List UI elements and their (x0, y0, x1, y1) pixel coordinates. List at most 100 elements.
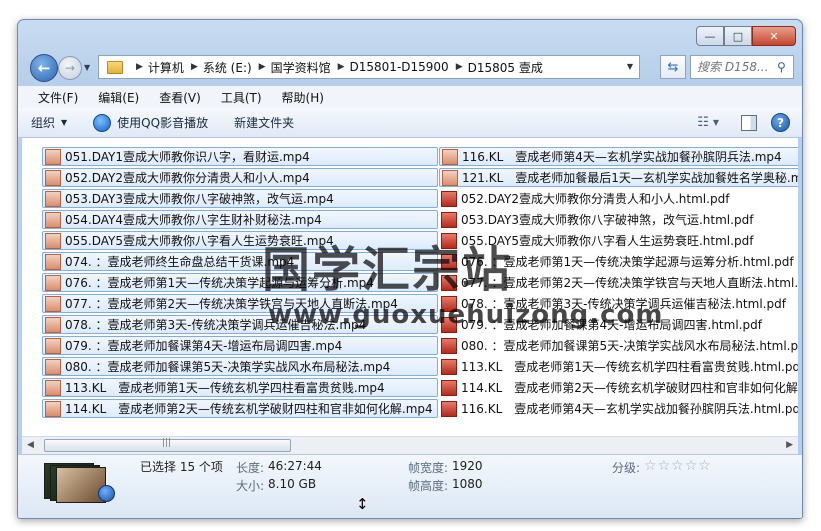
menu-help[interactable]: 帮助(H) (272, 89, 334, 106)
breadcrumb-separator-icon[interactable]: ▶ (191, 62, 198, 72)
watermark-title: 国学汇宗站 (262, 242, 513, 298)
play-with-qq-button[interactable]: 使用QQ影音播放 (80, 113, 221, 132)
command-bar: 组织 ▼ 使用QQ影音播放 新建文件夹 ☷ ▼ ? (18, 108, 802, 138)
file-item[interactable]: 053.DAY3壹成大师教你八字破神煞，改气运.mp4 (42, 189, 438, 208)
file-item[interactable]: 116.KL 壹成老师第4天—玄机学实战加餐孙膑阴兵法.mp4 (439, 147, 798, 166)
scroll-right-icon[interactable]: ▶ (786, 440, 793, 450)
file-name: 114.KL 壹成老师第2天—传统玄机学破财四柱和官非如何化解.mp4 (65, 402, 433, 416)
resize-cursor-icon: ↕ (356, 495, 369, 513)
breadcrumb-separator-icon[interactable]: ▶ (136, 62, 143, 72)
explorer-window: — □ ✕ ← → ▼ ▶ 计算机 ▶ 系统 (E:) ▶ 国学资料馆 ▶ D1… (17, 19, 803, 519)
file-item[interactable]: 116.KL 壹成老师第4天—玄机学实战加餐孙膑阴兵法.html.pdf (439, 399, 798, 418)
breadcrumb-item-library[interactable]: 国学资料馆 (271, 59, 331, 76)
search-box[interactable]: ⚲ (690, 55, 794, 79)
navigation-bar: ← → ▼ ▶ 计算机 ▶ 系统 (E:) ▶ 国学资料馆 ▶ D15801-D… (18, 50, 802, 84)
file-name: 116.KL 壹成老师第4天—玄机学实战加餐孙膑阴兵法.html.pdf (461, 402, 798, 416)
length-value: 46:27:44 (268, 459, 322, 473)
preview-pane-icon[interactable] (741, 114, 757, 131)
grip-icon: ||| (162, 438, 172, 448)
file-item[interactable]: 114.KL 壹成老师第2天—传统玄机学破财四柱和官非如何化解.html.pdf (439, 378, 798, 397)
file-item[interactable]: 054.DAY4壹成大师教你八字生财补财秘法.mp4 (42, 210, 438, 229)
breadcrumb-item-drive[interactable]: 系统 (E:) (203, 59, 252, 76)
close-button[interactable]: ✕ (752, 26, 796, 46)
menu-file[interactable]: 文件(F) (28, 89, 88, 106)
mp4-file-icon (442, 169, 458, 186)
organize-label: 组织 (31, 116, 56, 130)
length-label: 长度: (236, 461, 265, 475)
file-item[interactable]: 052.DAY2壹成大师教你分清贵人和小人.html.pdf (439, 189, 798, 208)
view-options-chevron-down-icon[interactable]: ▼ (713, 118, 719, 127)
scroll-left-icon[interactable]: ◀ (27, 440, 34, 450)
refresh-icon: ⇆ (667, 59, 679, 75)
menu-edit[interactable]: 编辑(E) (88, 89, 149, 106)
rating-star-icon[interactable]: ☆ (644, 458, 657, 474)
frame-width-value: 1920 (452, 459, 483, 473)
mp4-file-icon (45, 169, 61, 186)
horizontal-scrollbar[interactable]: ◀ ||| ▶ (22, 436, 798, 454)
size-value: 8.10 GB (268, 477, 317, 491)
recent-pages-chevron-down-icon[interactable]: ▼ (84, 63, 90, 72)
menu-bar: 文件(F) 编辑(E) 查看(V) 工具(T) 帮助(H) (18, 86, 802, 108)
breadcrumb: ▶ 计算机 ▶ 系统 (E:) ▶ 国学资料馆 ▶ D15801-D15900 … (129, 59, 543, 76)
breadcrumb-item-range[interactable]: D15801-D15900 (350, 60, 449, 74)
file-name: 053.DAY3壹成大师教你八字破神煞，改气运.html.pdf (461, 213, 754, 227)
file-name: 079. ：壹成老师加餐课第4天-增运布局调四害.mp4 (65, 339, 343, 353)
breadcrumb-separator-icon[interactable]: ▶ (259, 62, 266, 72)
command-bar-right: ☷ ▼ ? (697, 113, 790, 132)
selection-thumbnail (44, 461, 116, 505)
qq-player-icon (93, 113, 112, 132)
minimize-button[interactable]: — (696, 26, 724, 46)
file-list-area[interactable]: 051.DAY1壹成大师教你识八字，看财运.mp4 052.DAY2壹成大师教你分… (22, 138, 798, 436)
file-item[interactable]: 114.KL 壹成老师第2天—传统玄机学破财四柱和官非如何化解.mp4 (42, 399, 438, 418)
breadcrumb-item-current[interactable]: D15805 壹成 (468, 59, 543, 76)
breadcrumb-separator-icon[interactable]: ▶ (338, 62, 345, 72)
organize-button[interactable]: 组织 ▼ (18, 114, 80, 131)
search-input[interactable] (697, 60, 775, 74)
pdf-file-icon (441, 400, 457, 417)
pdf-file-icon (441, 211, 457, 228)
file-item[interactable]: 079. ：壹成老师加餐课第4天-增运布局调四害.mp4 (42, 336, 438, 355)
rating-star-icon[interactable]: ☆ (658, 458, 671, 474)
mp4-file-icon (45, 148, 61, 165)
address-bar[interactable]: ▶ 计算机 ▶ 系统 (E:) ▶ 国学资料馆 ▶ D15801-D15900 … (98, 55, 640, 79)
search-icon[interactable]: ⚲ (777, 60, 786, 74)
new-folder-button[interactable]: 新建文件夹 (221, 114, 307, 131)
rating-label: 分级: (612, 461, 641, 475)
mp4-file-icon (45, 253, 61, 270)
rating-star-icon[interactable]: ☆ (685, 458, 698, 474)
change-view-icon[interactable]: ☷ (697, 115, 709, 130)
address-history-chevron-down-icon[interactable]: ▼ (627, 62, 633, 71)
file-item[interactable]: 080. ：壹成老师加餐课第5天-决策学实战风水布局秘法.mp4 (42, 357, 438, 376)
details-pane: 已选择 15 个项 长度: 46:27:44 大小: 8.10 GB 帧宽度: … (18, 454, 802, 518)
mp4-file-icon (45, 379, 61, 396)
rating-star-icon[interactable]: ☆ (671, 458, 684, 474)
breadcrumb-separator-icon[interactable]: ▶ (456, 62, 463, 72)
file-item[interactable]: 113.KL 壹成老师第1天—传统玄机学四柱看富贵贫贱.html.pdf (439, 357, 798, 376)
mp4-file-icon (45, 400, 61, 417)
file-name: 054.DAY4壹成大师教你八字生财补财秘法.mp4 (65, 213, 322, 227)
file-item[interactable]: 051.DAY1壹成大师教你识八字，看财运.mp4 (42, 147, 438, 166)
rating-stars[interactable]: ☆ ☆ ☆ ☆ ☆ (644, 458, 712, 474)
breadcrumb-item-computer[interactable]: 计算机 (148, 59, 184, 76)
scrollbar-thumb[interactable]: ||| (44, 438, 291, 452)
rating-star-icon[interactable]: ☆ (698, 458, 711, 474)
media-player-icon (98, 485, 115, 502)
back-button[interactable]: ← (30, 54, 58, 82)
forward-button[interactable]: → (58, 56, 82, 80)
pdf-file-icon (441, 190, 457, 207)
menu-view[interactable]: 查看(V) (149, 89, 211, 106)
file-item[interactable]: 113.KL 壹成老师第1天—传统玄机学四柱看富贵贫贱.mp4 (42, 378, 438, 397)
menu-tools[interactable]: 工具(T) (211, 89, 272, 106)
file-item[interactable]: 053.DAY3壹成大师教你八字破神煞，改气运.html.pdf (439, 210, 798, 229)
help-icon[interactable]: ? (771, 113, 790, 132)
refresh-button[interactable]: ⇆ (660, 55, 686, 79)
mp4-file-icon (45, 337, 61, 354)
file-name: 121.KL 壹成老师加餐最后1天—玄机学实战加餐姓名学奥秘.mp4 (462, 171, 798, 185)
file-item[interactable]: 121.KL 壹成老师加餐最后1天—玄机学实战加餐姓名学奥秘.mp4 (439, 168, 798, 187)
mp4-file-icon (45, 295, 61, 312)
file-item[interactable]: 080. ：壹成老师加餐课第5天-决策学实战风水布局秘法.html.pdf (439, 336, 798, 355)
organize-chevron-down-icon: ▼ (61, 118, 68, 127)
file-item[interactable]: 052.DAY2壹成大师教你分清贵人和小人.mp4 (42, 168, 438, 187)
maximize-button[interactable]: □ (724, 26, 752, 46)
file-name: 080. ：壹成老师加餐课第5天-决策学实战风水布局秘法.mp4 (65, 360, 391, 374)
